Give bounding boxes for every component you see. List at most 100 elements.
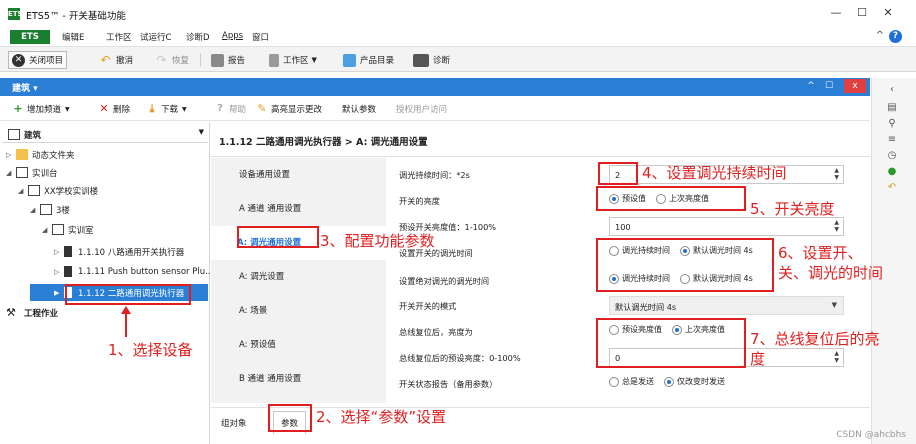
parameter-nav: 设备通用设置 A 通道 通用设置 A: 调光通用设置 A: 调光设置 A: 场景…: [211, 158, 386, 403]
tree-item-device-1-1-11[interactable]: ▷ 1.1.11 Push button sensor Plu...: [54, 263, 213, 280]
play-icon[interactable]: ●: [886, 166, 898, 178]
menu-commissioning[interactable]: 试运行C: [140, 31, 171, 43]
highlight-params-tab-box: [268, 404, 312, 432]
menu-bar: ETS 编辑E 工作区 试运行C 诊断D Apps 窗口 ^ ?: [0, 28, 916, 46]
highlight-brightness-box: [596, 186, 746, 211]
tree-item-training-room[interactable]: ◢ 实训室: [42, 221, 94, 238]
title-bar: ETS ETS5™ - 开关基础功能 — ☐ ✕: [0, 0, 916, 28]
action-bar: + 增加频道 ▼ ✕ 删除 ⤓ 下载 ▼ ? 帮助 ✎ 高亮显示更改 默认参数 授权…: [0, 97, 870, 121]
maximize-button[interactable]: ☐: [852, 5, 872, 21]
authorize-access-button[interactable]: 授权用户访问: [396, 103, 447, 115]
spinner-icon[interactable]: ▲ ▼: [834, 219, 839, 233]
panel-maximize-button[interactable]: ☐: [822, 79, 836, 93]
spinner-icon[interactable]: ▲ ▼: [834, 167, 839, 181]
report-icon: [211, 53, 224, 67]
pnav-a-scenes[interactable]: A: 场景: [211, 294, 386, 328]
switch-mode-select[interactable]: 默认调光时间 4s ▼: [609, 296, 844, 315]
highlight-time-box: [596, 238, 774, 292]
default-params-button[interactable]: 默认参数: [342, 103, 376, 115]
building-icon: [8, 129, 20, 140]
param-status-report: 开关状态报告（备用参数） 总是发送 仅改变时发送: [399, 373, 844, 394]
device-icon: [64, 246, 72, 257]
add-icon: +: [13, 102, 23, 115]
delete-icon: ✕: [99, 102, 109, 115]
preset-brightness-input[interactable]: 100 ▲ ▼: [609, 217, 844, 236]
device-icon: [64, 266, 72, 277]
delete-button[interactable]: ✕ 删除: [98, 102, 130, 116]
download-button[interactable]: ⤓ 下载 ▼: [146, 103, 187, 116]
minimize-button[interactable]: —: [826, 5, 846, 21]
watermark: CSDN @ahcbhs: [836, 430, 906, 440]
diagnostics-icon: [413, 53, 429, 67]
clock-icon[interactable]: ◷: [886, 150, 898, 162]
menu-workspace[interactable]: 工作区: [106, 31, 132, 43]
room-icon: [52, 224, 64, 235]
param-preset-brightness: 预设开关亮度值：1-100% 100 ▲ ▼: [399, 216, 844, 237]
redo-button[interactable]: ↷ 恢复: [152, 51, 192, 69]
radio-always-send[interactable]: 总是发送: [609, 376, 654, 387]
annotation-5: 5、开关亮度: [750, 200, 835, 218]
add-channel-button[interactable]: + 增加频道 ▼: [12, 102, 69, 116]
undo-icon: ↶: [100, 52, 111, 67]
annotation-7: 7、总线复位后的亮度: [750, 330, 880, 368]
tree-item-floor-3[interactable]: ◢ 3楼: [30, 201, 70, 218]
workspace-button[interactable]: 工作区 ▼: [266, 51, 320, 69]
help-circle-icon: ?: [217, 103, 223, 114]
close-project-button[interactable]: ✕ 关闭项目: [8, 51, 68, 69]
pnav-a-preset[interactable]: A: 预设值: [211, 328, 386, 362]
workbench-icon: ⚒: [6, 306, 16, 319]
search-icon[interactable]: ⚲: [886, 118, 898, 130]
status-report-radio-group: 总是发送 仅改变时发送: [609, 376, 735, 387]
tree-header[interactable]: 建筑 ▼: [2, 125, 208, 143]
tree-item-device-1-1-10[interactable]: ▷ 1.1.10 八路通用开关执行器: [54, 243, 184, 260]
folder-icon: [16, 149, 28, 160]
pnav-a-dimming-settings[interactable]: A: 调光设置: [211, 260, 386, 294]
highlight-nav-box: [237, 226, 319, 248]
arrow-line: [125, 313, 127, 337]
highlight-changes-button[interactable]: ✎ 高亮显示更改: [256, 103, 322, 116]
properties-icon[interactable]: ▤: [886, 102, 898, 114]
menu-window[interactable]: 窗口: [252, 31, 269, 43]
device-heading: 1.1.12 二路通用调光执行器 > A: 调光通用设置: [219, 137, 428, 148]
panel-title[interactable]: 建筑 ▾: [12, 81, 38, 94]
main-toolbar: ✕ 关闭项目 ↶ 撤消 ↷ 恢复 报告 工作区 ▼ 产品目录 诊断: [0, 46, 916, 72]
ets-menu-button[interactable]: ETS: [10, 30, 50, 44]
help-icon[interactable]: ?: [889, 30, 902, 43]
collapse-ribbon-button[interactable]: ^: [876, 30, 884, 41]
panel-close-button[interactable]: x: [844, 79, 866, 93]
annotation-4: 4、设置调光持续时间: [642, 164, 787, 182]
menu-edit[interactable]: 编辑E: [62, 31, 84, 43]
menu-apps[interactable]: Apps: [222, 31, 243, 41]
app-logo-icon: ETS: [8, 8, 23, 20]
panel-collapse-button[interactable]: ^: [804, 79, 818, 93]
annotation-6: 6、设置开、关、调光的时间: [778, 244, 884, 282]
pnav-channel-b-general[interactable]: B 通道 通用设置: [211, 362, 386, 396]
tree-item-school-building[interactable]: ◢ XX学校实训楼: [18, 182, 98, 199]
undo-button[interactable]: ↶ 撤消: [96, 51, 136, 69]
tree-item-dynamic-folders[interactable]: ▷ 动态文件夹: [6, 146, 75, 163]
building-icon: [16, 167, 28, 178]
tab-group-objects[interactable]: 组对象: [221, 417, 247, 429]
chevron-down-icon: ▼: [311, 56, 317, 64]
radio-on-change[interactable]: 仅改变时发送: [664, 376, 725, 387]
chevron-down-icon: ▼: [831, 301, 837, 309]
catalog-button[interactable]: 产品目录: [340, 51, 397, 69]
undo-icon[interactable]: ↶: [886, 182, 898, 194]
chevron-down-icon[interactable]: ▼: [199, 128, 204, 136]
help-button[interactable]: ? 帮助: [214, 103, 246, 115]
pnav-channel-a-general[interactable]: A 通道 通用设置: [211, 192, 386, 226]
diagnostics-button[interactable]: 诊断: [410, 51, 453, 69]
close-window-button[interactable]: ✕: [878, 5, 898, 21]
pnav-device-general[interactable]: 设备通用设置: [211, 158, 386, 192]
report-button[interactable]: 报告: [208, 51, 248, 69]
param-switch-mode: 开关开关的模式 默认调光时间 4s ▼: [399, 295, 844, 316]
tree-workbench[interactable]: ⚒ 工程作业: [6, 304, 58, 321]
annotation-3: 3、配置功能参数: [320, 232, 435, 250]
menu-diagnostics[interactable]: 诊断D: [186, 31, 210, 43]
tree-item-training-bench[interactable]: ◢ 实训台: [6, 164, 58, 181]
building-icon: [28, 185, 40, 196]
list-icon[interactable]: ≡: [886, 134, 898, 146]
building-tree: 建筑 ▼ ▷ 动态文件夹 ◢ 实训台 ◢ XX学校实训楼 ◢ 3楼 ◢ 实训室 …: [0, 122, 213, 444]
chevron-left-icon[interactable]: ‹: [886, 84, 898, 96]
redo-icon: ↷: [156, 52, 167, 67]
